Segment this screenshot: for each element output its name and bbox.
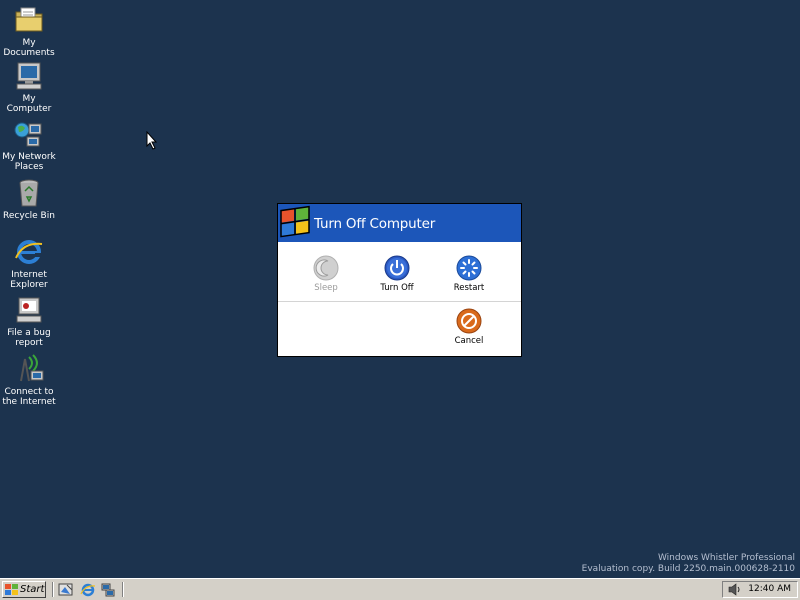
start-button[interactable]: Start [2, 581, 46, 598]
desktop-icon-label: File a bug report [7, 328, 51, 348]
build-watermark: Windows Whistler Professional Evaluation… [582, 553, 795, 575]
bug-report-icon [16, 297, 42, 323]
watermark-line-1: Windows Whistler Professional [657, 553, 795, 563]
computer-icon [16, 62, 42, 90]
connect-internet-icon [20, 354, 44, 382]
taskbar-separator [122, 582, 123, 597]
sleep-button[interactable]: Sleep [296, 255, 356, 293]
desktop-icon-internet-explorer[interactable]: Internet Explorer [0, 236, 58, 290]
desktop-icon-file-a-bug-report[interactable]: File a bug report [0, 294, 58, 348]
desktop-icon-label: Recycle Bin [3, 211, 55, 221]
desktop-icon-label: My Computer [6, 94, 52, 114]
network-icon[interactable] [100, 582, 116, 598]
windows-logo-icon [5, 584, 18, 595]
internet-explorer-icon[interactable] [80, 582, 96, 598]
clock[interactable]: 12:40 AM [748, 584, 791, 594]
desktop-icon-my-documents[interactable]: My Documents [0, 4, 58, 58]
desktop-icon-label: Connect to the Internet [2, 387, 56, 407]
desktop-icon-label: Internet Explorer [10, 270, 48, 290]
desktop-icon-recycle-bin[interactable]: Recycle Bin [0, 177, 58, 221]
desktop-icon-my-computer[interactable]: My Computer [0, 60, 58, 114]
start-label: Start [20, 584, 45, 595]
show-desktop-icon[interactable] [58, 582, 74, 598]
moon-icon [313, 255, 339, 281]
speaker-icon[interactable] [728, 583, 742, 596]
dialog-header: Turn Off Computer [278, 204, 521, 242]
turn-off-label: Turn Off [380, 283, 414, 293]
taskbar: Start 12:40 AM [0, 578, 800, 600]
network-icon [14, 122, 42, 147]
restart-label: Restart [453, 283, 485, 293]
desktop-icon-my-network-places[interactable]: My Network Places [0, 118, 58, 172]
dialog-separator [278, 301, 521, 302]
mouse-cursor-icon [146, 131, 158, 150]
folder-documents-icon [15, 7, 43, 32]
taskbar-separator [52, 582, 53, 597]
restart-button[interactable]: Restart [439, 255, 499, 293]
cancel-label: Cancel [454, 336, 484, 346]
turn-off-computer-dialog: Turn Off Computer Sleep Turn Off Restart… [277, 203, 522, 357]
cancel-icon [456, 308, 482, 334]
recycle-bin-icon [19, 179, 39, 207]
sleep-label: Sleep [314, 283, 338, 293]
dialog-title: Turn Off Computer [314, 216, 436, 232]
power-icon [384, 255, 410, 281]
watermark-line-2: Evaluation copy. Build 2250.main.000628-… [581, 564, 795, 574]
desktop-icon-label: My Documents [3, 38, 55, 58]
system-tray: 12:40 AM [722, 581, 798, 598]
desktop-icon-connect-to-the-internet[interactable]: Connect to the Internet [0, 353, 58, 407]
internet-explorer-icon [15, 240, 43, 264]
desktop-icon-label: My Network Places [2, 152, 56, 172]
turn-off-button[interactable]: Turn Off [367, 255, 427, 293]
cancel-button[interactable]: Cancel [439, 308, 499, 346]
windows-logo-icon [280, 205, 310, 238]
restart-icon [456, 255, 482, 281]
